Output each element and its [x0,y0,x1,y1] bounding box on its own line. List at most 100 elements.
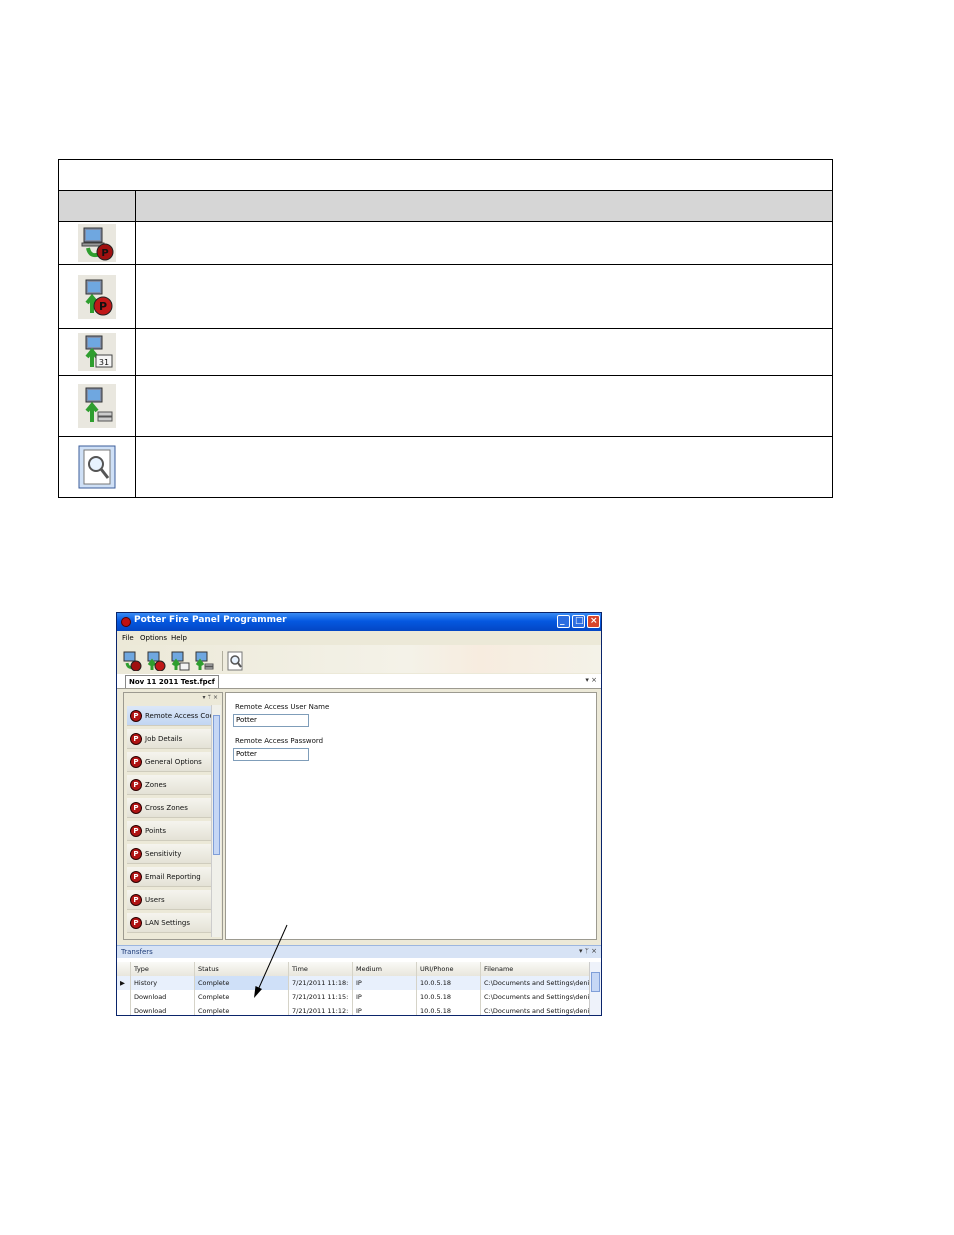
current-row-arrow-icon: ▶ [117,976,131,990]
header-icon-cell [59,191,136,221]
potter-p-icon: P [130,894,142,906]
transfers-vertical-scrollbar[interactable] [589,962,601,1015]
nav-item-label: Remote Access Code [145,712,219,720]
title-bar[interactable]: Potter Fire Panel Programmer _ □ × [117,613,601,631]
nav-pane-controls: ▾ ᛘ × [203,694,219,701]
potter-p-icon: P [130,917,142,929]
potter-p-icon: P [130,871,142,883]
maximize-button[interactable]: □ [572,615,585,628]
transfers-title-bar: Transfers ▾ ᛘ × [117,945,601,958]
close-document-icon[interactable]: × [591,676,597,684]
nav-item-label: Sensitivity [145,850,182,858]
cell-status: Complete [195,976,289,990]
table-title-row [59,160,832,191]
table-row[interactable]: Download Complete 7/21/2011 11:15: IP 10… [117,990,591,1004]
pin-icon[interactable]: ᛘ [207,694,211,701]
pane-close-icon[interactable]: × [213,694,218,701]
cell-status: Complete [195,990,289,1004]
remote-password-field[interactable]: Potter [233,748,309,761]
column-header-uri[interactable]: URI/Phone [417,962,481,976]
nav-item-label: Users [145,896,165,904]
transfers-panel: Transfers ▾ ᛘ × Type Status Time Medium … [117,945,601,1015]
menu-help[interactable]: Help [171,634,187,642]
nav-item-cross-zones[interactable]: P Cross Zones [127,798,211,818]
app-window: Potter Fire Panel Programmer _ □ × File … [116,612,602,1016]
potter-p-icon: P [130,802,142,814]
pane-dropdown-icon[interactable]: ▾ [579,947,583,955]
row-indicator [117,1004,131,1015]
upload-from-panel-icon: P [59,265,136,328]
table-row[interactable]: Download Complete 7/21/2011 11:12: IP 10… [117,1004,591,1015]
minimize-button[interactable]: _ [557,615,570,628]
nav-item-zones[interactable]: P Zones [127,775,211,795]
potter-p-icon: P [130,825,142,837]
cell-filename: C:\Documents and Settings\denise [481,1004,591,1015]
nav-item-email-reporting[interactable]: P Email Reporting [127,867,211,887]
nav-item-label: Cross Zones [145,804,188,812]
potter-p-icon: P [130,756,142,768]
potter-p-icon: P [130,779,142,791]
transfers-title: Transfers [121,948,153,956]
table-row[interactable]: ▶ History Complete 7/21/2011 11:18: IP 1… [117,976,591,990]
table-title [59,160,832,190]
print-preview-icon [227,651,243,671]
nav-item-label: Zones [145,781,167,789]
download-to-panel-button[interactable] [122,651,142,672]
download-to-panel-icon: P [59,222,136,264]
cell-type: Download [131,1004,195,1015]
transfers-scroll-thumb[interactable] [591,972,600,992]
table-header-row [59,191,832,222]
column-header-status[interactable]: Status [195,962,289,976]
row-indicator [117,990,131,1004]
pane-dropdown-icon[interactable]: ▾ [203,694,206,701]
cell-medium: IP [353,976,417,990]
upload-panel-status-button[interactable] [194,651,214,671]
menu-bar: File Options Help [117,631,601,645]
table-row: P [59,265,832,329]
remote-password-label: Remote Access Password [235,737,324,745]
potter-p-icon: P [130,733,142,745]
close-button[interactable]: × [587,615,600,628]
remote-user-name-field[interactable]: Potter [233,714,309,727]
transfers-grid: Type Status Time Medium URI/Phone Filena… [117,962,591,1015]
column-header-filename[interactable]: Filename [481,962,591,976]
tab-list-dropdown-icon[interactable]: ▾ [585,676,589,684]
menu-file[interactable]: File [122,634,134,642]
row-description [137,376,832,436]
document-tab[interactable]: Nov 11 2011 Test.fpcf [125,675,219,688]
upload-history-button[interactable] [170,651,190,671]
close-icon: × [590,616,598,626]
upload-history-icon [171,651,190,671]
remote-user-name-label: Remote Access User Name [235,703,330,711]
nav-item-lan-settings[interactable]: P LAN Settings [127,913,211,933]
nav-scroll-thumb[interactable] [213,715,220,855]
upload-from-panel-icon [147,651,166,672]
upload-history-icon: 31 [59,329,136,375]
row-description [137,437,832,497]
row-description [137,329,832,375]
cell-time: 7/21/2011 11:15: [289,990,353,1004]
column-header-medium[interactable]: Medium [353,962,417,976]
nav-item-job-details[interactable]: P Job Details [127,729,211,749]
nav-item-general-options[interactable]: P General Options [127,752,211,772]
row-description [137,265,832,328]
column-header-time[interactable]: Time [289,962,353,976]
nav-item-users[interactable]: P Users [127,890,211,910]
header-desc-cell [137,191,832,221]
download-to-panel-icon [123,651,142,672]
menu-options[interactable]: Options [140,634,167,642]
print-preview-button[interactable] [225,651,245,671]
upload-from-panel-button[interactable] [146,651,166,672]
cell-time: 7/21/2011 11:12: [289,1004,353,1015]
cell-status: Complete [195,1004,289,1015]
nav-item-sensitivity[interactable]: P Sensitivity [127,844,211,864]
nav-scrollbar[interactable] [211,705,221,937]
pane-close-icon[interactable]: × [591,947,597,955]
pin-icon[interactable]: ᛘ [585,947,589,955]
document-tab-controls: ▾ × [585,676,597,684]
nav-item-remote-access-code[interactable]: P Remote Access Code [127,706,218,726]
toolbar-separator [222,651,223,671]
app-logo-icon [121,617,131,627]
column-header-type[interactable]: Type [131,962,195,976]
nav-item-points[interactable]: P Points [127,821,211,841]
